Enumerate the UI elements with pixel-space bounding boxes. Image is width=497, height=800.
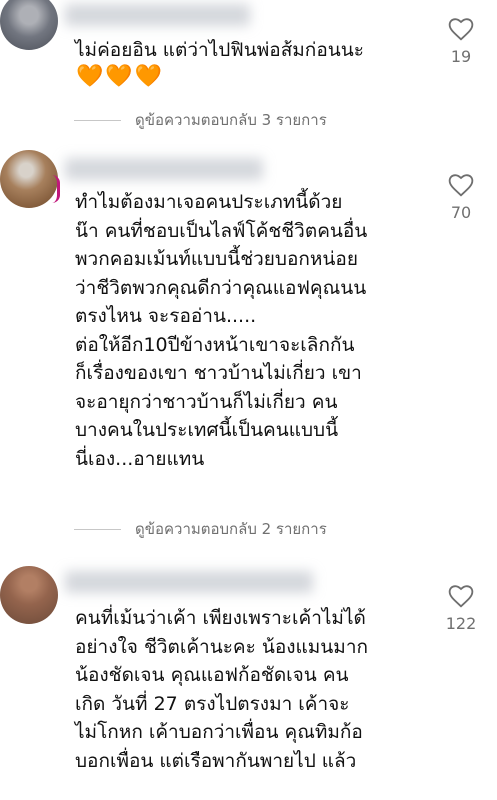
story-ring [52, 175, 60, 203]
blurred-username [65, 4, 250, 26]
view-replies-label: ดูข้อความตอบกลับ 2 รายการ [135, 520, 327, 538]
blurred-username [65, 571, 313, 593]
view-replies-link[interactable]: ดูข้อความตอบกลับ 3 รายการ [74, 111, 327, 129]
view-replies-link[interactable]: ดูข้อความตอบกลับ 2 รายการ [74, 520, 327, 538]
comment-text: คนที่เม้นว่าเค้า เพียงเพราะเค้าไม่ได้ อย… [75, 607, 368, 772]
reply-divider [74, 528, 121, 530]
view-replies-label: ดูข้อความตอบกลับ 3 รายการ [135, 111, 327, 129]
heart-icon [448, 18, 474, 41]
orange-hearts: 🧡🧡🧡 [76, 64, 165, 89]
blurred-username [65, 158, 263, 180]
avatar[interactable] [0, 0, 58, 50]
avatar[interactable] [0, 150, 58, 208]
like-count: 70 [450, 203, 472, 222]
reply-divider [74, 119, 121, 121]
like-button[interactable]: 19 [435, 16, 487, 66]
like-count: 19 [450, 47, 472, 66]
comment-text: ทำไมต้องมาเจอคนประเภทนี้ด้วย น๊า คนที่ชอ… [75, 191, 368, 470]
avatar[interactable] [0, 566, 58, 624]
like-count: 122 [445, 614, 477, 633]
comment-text: ไม่ค่อยอิน แต่ว่าไปฟินพ่อส้มก่อนนะ [75, 39, 364, 61]
like-button[interactable]: 70 [435, 172, 487, 222]
like-button[interactable]: 122 [435, 583, 487, 633]
heart-icon [448, 174, 474, 197]
heart-icon [448, 585, 474, 608]
